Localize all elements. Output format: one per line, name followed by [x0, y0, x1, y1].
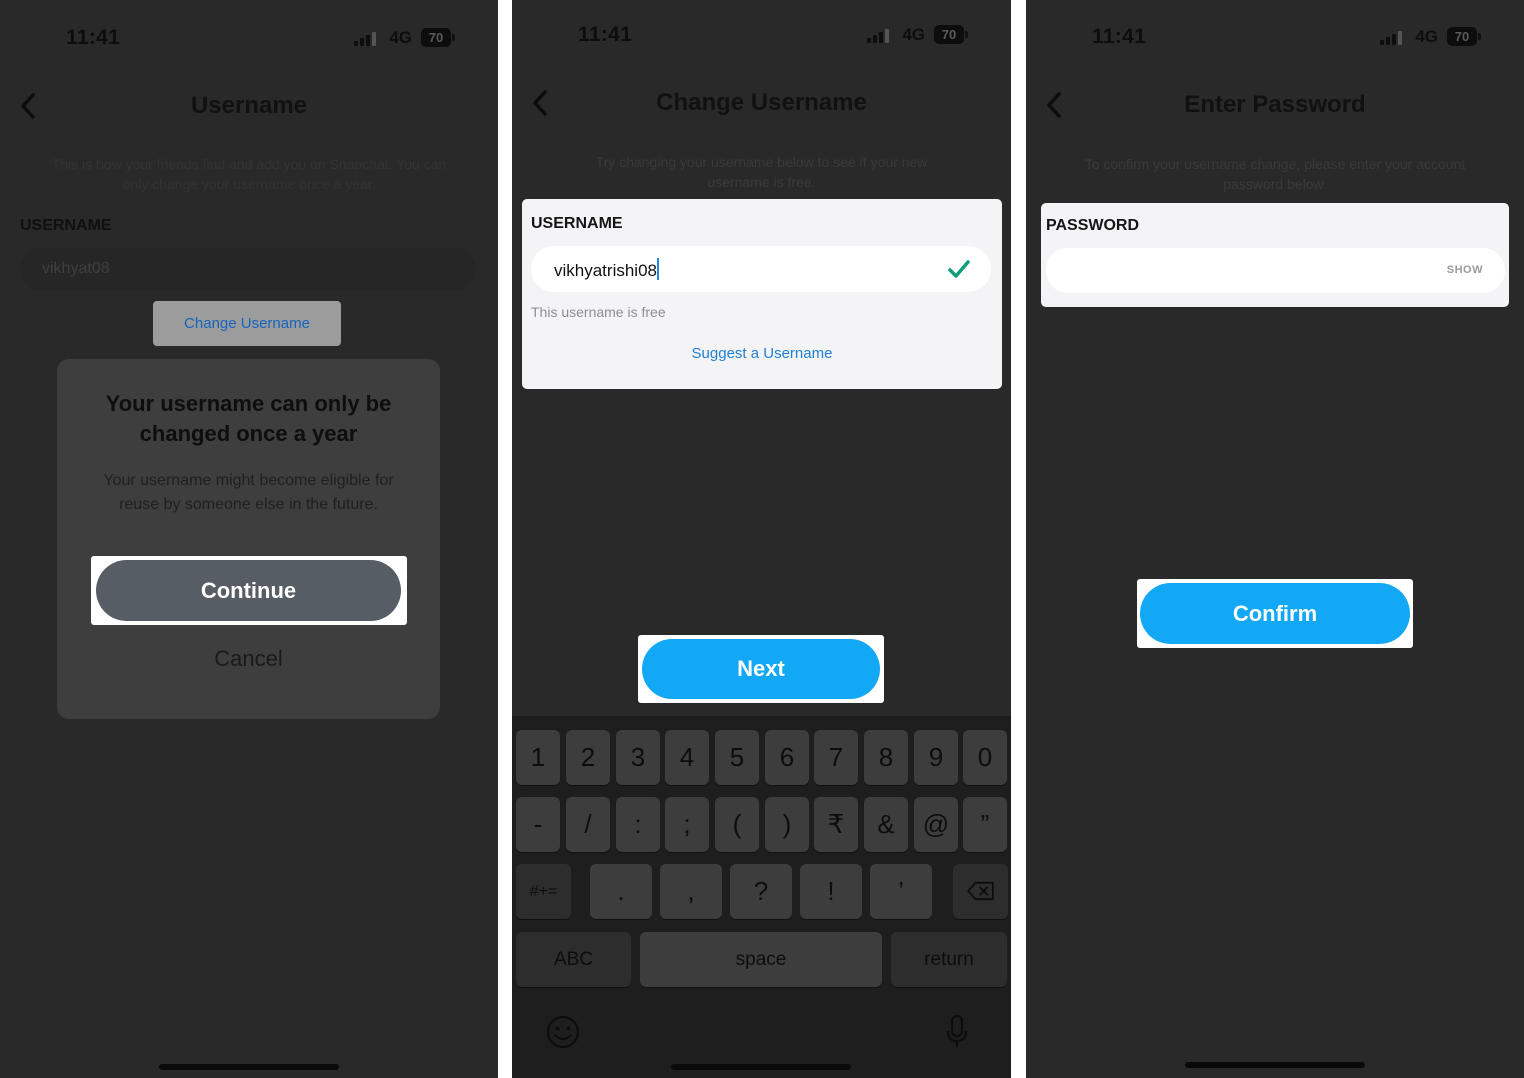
key-6[interactable]: 6 — [765, 730, 809, 785]
continue-button[interactable]: Continue — [96, 560, 401, 621]
key-slash[interactable]: / — [566, 797, 610, 852]
page-title: Username — [190, 92, 308, 119]
battery-icon: 70 — [421, 28, 455, 47]
network-type: 4G — [1415, 27, 1438, 46]
key-2[interactable]: 2 — [566, 730, 610, 785]
status-time: 11:41 — [1092, 25, 1147, 48]
key-comma[interactable]: , — [660, 864, 722, 919]
key-9[interactable]: 9 — [914, 730, 958, 785]
confirm-highlight: Confirm — [1137, 579, 1413, 648]
space-key[interactable]: space — [640, 932, 882, 987]
battery-icon: 70 — [934, 25, 968, 44]
key-question[interactable]: ? — [730, 864, 792, 919]
username-input-value: vikhyatrishi08 — [554, 258, 659, 281]
cellular-signal-icon — [354, 31, 376, 46]
key-open-paren[interactable]: ( — [715, 797, 759, 852]
checkmark-icon — [948, 260, 970, 278]
availability-text: This username is free — [531, 304, 666, 320]
cellular-signal-icon — [1380, 30, 1402, 45]
username-field[interactable]: vikhyat08 — [20, 248, 476, 290]
key-8[interactable]: 8 — [864, 730, 908, 785]
password-section-label: PASSWORD — [1046, 217, 1140, 234]
dialog-message: Your username might become eligible for … — [103, 472, 394, 513]
network-type: 4G — [389, 28, 412, 47]
next-highlight: Next — [638, 635, 884, 703]
key-ampersand[interactable]: & — [864, 797, 908, 852]
username-section-label: USERNAME — [20, 217, 112, 234]
key-1[interactable]: 1 — [516, 730, 560, 785]
page-description: To confirm your username change, please … — [1084, 156, 1466, 192]
key-5[interactable]: 5 — [715, 730, 759, 785]
page-title: Change Username — [656, 89, 867, 116]
password-card: PASSWORD SHOW — [1041, 203, 1509, 307]
dialog-title: Your username can only be changed once a… — [105, 391, 392, 446]
cellular-signal-icon — [867, 28, 889, 43]
page-description: This is how your friends find and add yo… — [51, 156, 447, 192]
status-time: 11:41 — [66, 26, 121, 49]
password-input[interactable]: SHOW — [1046, 248, 1505, 293]
key-quote[interactable]: ” — [963, 797, 1007, 852]
key-semicolon[interactable]: ; — [665, 797, 709, 852]
emoji-icon[interactable] — [545, 1014, 581, 1050]
home-indicator — [1185, 1062, 1365, 1068]
key-exclamation[interactable]: ! — [800, 864, 862, 919]
screen-enter-password: 11:41 4G 70 Enter Password To confirm yo… — [1026, 0, 1524, 1078]
page-title: Enter Password — [1184, 91, 1366, 118]
backspace-key[interactable] — [953, 864, 1008, 919]
key-symbols-switch[interactable]: #+= — [516, 864, 571, 919]
key-3[interactable]: 3 — [616, 730, 660, 785]
key-abc[interactable]: ABC — [516, 932, 631, 987]
return-key[interactable]: return — [891, 932, 1007, 987]
key-colon[interactable]: : — [616, 797, 660, 852]
microphone-icon[interactable] — [945, 1014, 969, 1050]
continue-highlight: Continue — [91, 556, 407, 625]
status-bar: 11:41 4G 70 — [1026, 21, 1524, 51]
status-time: 11:41 — [578, 23, 633, 46]
username-card: USERNAME vikhyatrishi08 This username is… — [522, 199, 1002, 389]
username-input[interactable]: vikhyatrishi08 — [531, 246, 991, 292]
battery-icon: 70 — [1447, 27, 1481, 46]
key-period[interactable]: . — [590, 864, 652, 919]
screen-username: 11:41 4G 70 Username This is how your fr… — [0, 0, 498, 1078]
key-close-paren[interactable]: ) — [765, 797, 809, 852]
next-button[interactable]: Next — [642, 639, 880, 699]
page-description: Try changing your username below to see … — [595, 154, 928, 190]
home-indicator — [671, 1064, 851, 1070]
status-bar: 11:41 4G 70 — [0, 22, 498, 52]
key-4[interactable]: 4 — [665, 730, 709, 785]
username-section-label: USERNAME — [531, 215, 623, 232]
key-7[interactable]: 7 — [814, 730, 858, 785]
key-0[interactable]: 0 — [963, 730, 1007, 785]
confirm-button[interactable]: Confirm — [1140, 583, 1410, 644]
backspace-icon — [966, 881, 994, 901]
username-text: vikhyatrishi08 — [554, 261, 657, 280]
key-hyphen[interactable]: - — [516, 797, 560, 852]
key-apostrophe[interactable]: ’ — [870, 864, 932, 919]
numeric-keyboard: 1 2 3 4 5 6 7 8 9 0 - / : ; ( ) ₹ & @ ” … — [512, 716, 1011, 1078]
key-at[interactable]: @ — [914, 797, 958, 852]
suggest-username-link[interactable]: Suggest a Username — [522, 345, 1002, 362]
text-caret — [657, 258, 659, 280]
cancel-button[interactable]: Cancel — [57, 646, 440, 672]
key-rupee[interactable]: ₹ — [814, 797, 858, 852]
home-indicator — [159, 1064, 339, 1070]
screen-change-username: 11:41 4G 70 Change Username Try changing… — [512, 0, 1011, 1078]
status-bar: 11:41 4G 70 — [512, 19, 1011, 49]
change-username-button[interactable]: Change Username — [153, 301, 341, 346]
network-type: 4G — [902, 25, 925, 44]
show-password-toggle[interactable]: SHOW — [1447, 264, 1483, 276]
